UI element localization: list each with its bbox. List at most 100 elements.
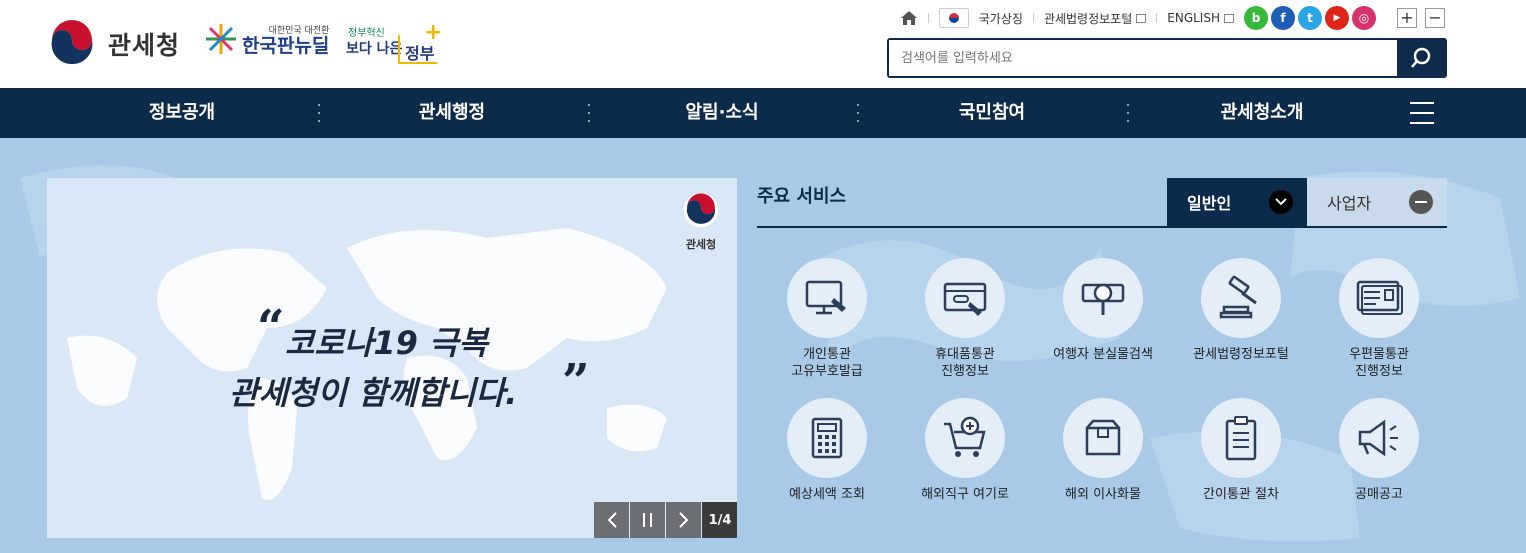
taegeuk-logo-icon	[683, 192, 719, 228]
nav-divider	[1127, 104, 1129, 122]
service-baggage-progress[interactable]: 휴대품통관 진행정보	[895, 258, 1035, 380]
gavel-icon	[1201, 258, 1281, 338]
zoom-out-button[interactable]: −	[1425, 8, 1445, 28]
nav-divider	[588, 104, 590, 122]
tab-general-label: 일반인	[1187, 194, 1232, 213]
service-label: 여행자 분실물검색	[1053, 347, 1153, 362]
gov-innovation-small-text: 정부혁신	[348, 28, 385, 39]
tab-business-label: 사업자	[1327, 194, 1372, 213]
gov-innovation-logo[interactable]: 정부혁신 보다 나은 정부 +	[346, 20, 446, 70]
services-divider	[757, 226, 1447, 228]
main-banner[interactable]: “ 코로나19 극복 관세청이 함께합니다. ” 관세청 1/4	[47, 178, 737, 538]
banner-logo-caption: 관세청	[685, 238, 717, 251]
main-nav: 정보공개 관세행정 알림·소식 국민참여 관세청소개	[0, 88, 1526, 138]
kcs-logo[interactable]: 관세청	[46, 18, 180, 70]
national-symbol-link[interactable]: 국가상징	[938, 8, 1023, 28]
main-visual-area: “ 코로나19 극복 관세청이 함께합니다. ” 관세청 1/4 주요 서비스 …	[0, 138, 1526, 553]
service-label: 간이통관 절차	[1203, 487, 1279, 502]
quote-close-mark: ”	[562, 354, 590, 410]
law-portal-link[interactable]: 관세법령정보포털	[1043, 10, 1147, 27]
calculator-icon	[787, 398, 867, 478]
chevron-left-icon	[607, 512, 617, 528]
utility-separator	[1032, 13, 1034, 23]
service-label: 휴대품통관 진행정보	[935, 347, 995, 379]
home-icon[interactable]	[900, 9, 918, 27]
header: 관세청 대한민국 대전환 한국판뉴딜 정부혁신 보다 나은 정부 + 국가상징	[0, 0, 1526, 88]
sns-links: b f t ▶ ◎	[1244, 6, 1376, 30]
search-button[interactable]	[1397, 40, 1445, 76]
banner-headline-line2: 관세청이 함께합니다.	[229, 374, 518, 412]
new-window-icon	[1136, 13, 1147, 23]
megaphone-icon	[1339, 398, 1419, 478]
clipboard-icon	[1201, 398, 1281, 478]
utility-separator	[927, 13, 929, 23]
service-postal-progress[interactable]: 우편물통관 진행정보	[1309, 258, 1449, 380]
blog-icon[interactable]: b	[1244, 6, 1268, 30]
utility-bar: 국가상징 관세법령정보포털 ENGLISH b f t ▶ ◎	[900, 6, 1376, 30]
menu-hamburger-icon[interactable]	[1410, 102, 1434, 124]
kcs-logo-text: 관세청	[108, 31, 181, 60]
new-deal-small-text: 대한민국 대전환	[268, 25, 330, 36]
tab-business[interactable]: 사업자	[1307, 178, 1447, 226]
minus-icon	[1409, 190, 1433, 214]
service-overseas-purchase[interactable]: 해외직구 여기로	[895, 398, 1035, 503]
taegeuk-logo-icon	[47, 19, 97, 69]
service-label: 예상세액 조회	[789, 487, 865, 502]
quote-open-mark: “	[257, 300, 285, 356]
utility-separator	[1156, 13, 1158, 23]
nav-item-participation[interactable]: 국민참여	[959, 88, 1025, 138]
banner-kcs-logo: 관세청	[681, 192, 721, 252]
service-public-auction[interactable]: 공매공고	[1309, 398, 1449, 503]
search-icon	[1411, 47, 1431, 68]
search-bar	[887, 38, 1447, 78]
service-lost-items[interactable]: 여행자 분실물검색	[1033, 258, 1173, 363]
card-device-icon	[925, 258, 1005, 338]
tab-general-public[interactable]: 일반인	[1167, 178, 1307, 226]
monitor-click-icon	[787, 258, 867, 338]
facebook-icon[interactable]: f	[1271, 6, 1295, 30]
nav-item-about[interactable]: 관세청소개	[1221, 88, 1304, 138]
nav-item-customs-admin[interactable]: 관세행정	[419, 88, 485, 138]
box-icon	[1063, 398, 1143, 478]
new-window-icon	[1224, 13, 1234, 23]
service-tax-estimate[interactable]: 예상세액 조회	[757, 398, 897, 503]
banner-controls: 1/4	[594, 502, 737, 538]
search-input[interactable]	[889, 40, 1397, 76]
youtube-icon[interactable]: ▶	[1325, 6, 1349, 30]
cart-plus-icon	[925, 398, 1005, 478]
nav-item-news[interactable]: 알림·소식	[685, 88, 758, 138]
service-label: 공매공고	[1355, 487, 1403, 502]
nav-divider	[318, 104, 320, 122]
service-customs-code[interactable]: 개인통관 고유부호발급	[757, 258, 897, 380]
service-law-portal[interactable]: 관세법령정보포털	[1171, 258, 1311, 363]
korean-new-deal-logo[interactable]: 대한민국 대전환 한국판뉴딜	[204, 22, 329, 56]
chevron-down-icon	[1269, 190, 1293, 214]
nav-item-info-disclosure[interactable]: 정보공개	[149, 88, 215, 138]
english-label: ENGLISH	[1167, 11, 1220, 25]
service-simple-clearance[interactable]: 간이통관 절차	[1171, 398, 1311, 503]
banner-headline-line1: 코로나19 극복	[285, 324, 488, 362]
nav-divider	[857, 104, 859, 122]
service-label: 해외직구 여기로	[921, 487, 1009, 502]
magnifier-icon	[1063, 258, 1143, 338]
gov-innovation-text-1: 보다 나은	[346, 41, 403, 57]
banner-prev-button[interactable]	[594, 502, 629, 538]
gov-plus-icon: +	[424, 20, 443, 45]
new-deal-big-text: 한국판뉴딜	[242, 34, 330, 57]
law-portal-label: 관세법령정보포털	[1043, 11, 1133, 26]
service-label: 해외 이사화물	[1065, 487, 1141, 502]
mail-card-icon	[1339, 258, 1419, 338]
twitter-icon[interactable]: t	[1298, 6, 1322, 30]
instagram-icon[interactable]: ◎	[1352, 6, 1376, 30]
banner-pause-button[interactable]	[630, 502, 665, 538]
chevron-right-icon	[678, 512, 688, 528]
service-label: 관세법령정보포털	[1193, 347, 1289, 362]
english-link[interactable]: ENGLISH	[1167, 11, 1234, 25]
service-moving-cargo[interactable]: 해외 이사화물	[1033, 398, 1173, 503]
service-label: 개인통관 고유부호발급	[791, 347, 863, 379]
korean-flag-icon	[938, 8, 969, 28]
banner-next-button[interactable]	[666, 502, 701, 538]
zoom-in-button[interactable]: +	[1397, 8, 1417, 28]
pause-icon	[642, 513, 652, 527]
new-deal-star-icon	[206, 24, 236, 54]
